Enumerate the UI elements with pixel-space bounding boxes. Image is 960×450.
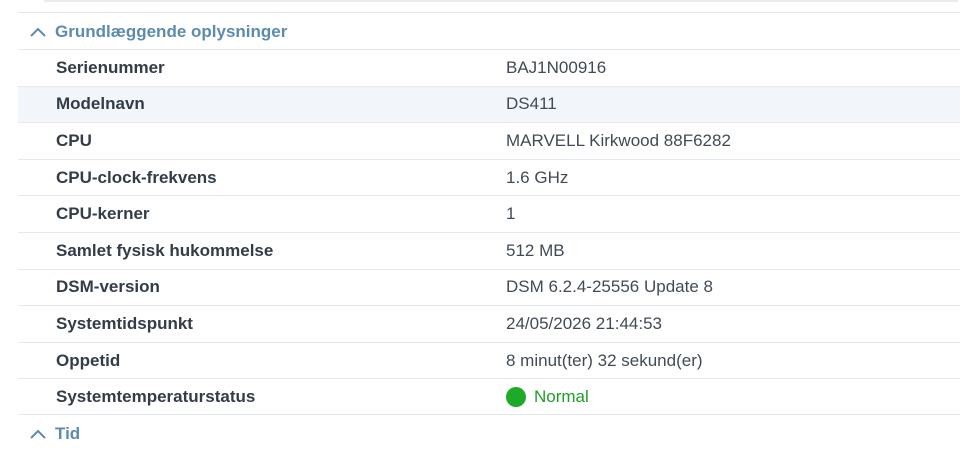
system-info-panel: Grundlæggende oplysninger Serienummer BA… — [0, 0, 960, 450]
info-row-cpu-clock: CPU-clock-frekvens 1.6 GHz — [18, 158, 960, 196]
chevron-up-icon — [24, 14, 52, 50]
row-key: Systemtidspunkt — [56, 313, 193, 333]
info-row-uptime: Oppetid 8 minut(ter) 32 sekund(er) — [18, 341, 960, 379]
info-table: Serienummer BAJ1N00916 Modelnavn DS411 C… — [18, 49, 960, 415]
section-title: Tid — [55, 424, 81, 443]
info-row-cpu-cores: CPU-kerner 1 — [18, 195, 960, 232]
row-value: 8 minut(ter) 32 sekund(er) — [506, 350, 703, 370]
row-key: Modelnavn — [56, 94, 145, 114]
info-row-serial: Serienummer BAJ1N00916 — [18, 49, 960, 86]
panel-top-border — [18, 0, 960, 13]
row-key: Serienummer — [56, 57, 165, 77]
row-key: CPU — [56, 130, 92, 150]
info-row-dsm-version: DSM-version DSM 6.2.4-25556 Update 8 — [18, 268, 960, 306]
info-row-model: Modelnavn DS411 — [18, 85, 960, 123]
row-value: 1.6 GHz — [506, 167, 569, 187]
status-dot-icon — [506, 386, 526, 407]
row-value: DS411 — [506, 94, 557, 114]
info-row-system-time: Systemtidspunkt 24/05/2026 21:44:53 — [18, 305, 960, 342]
row-value: DSM 6.2.4-25556 Update 8 — [506, 277, 713, 297]
row-value: 512 MB — [506, 240, 565, 260]
row-value: 1 — [506, 204, 516, 224]
info-row-cpu: CPU MARVELL Kirkwood 88F6282 — [18, 122, 960, 159]
tab-edge — [44, 0, 958, 2]
info-row-temperature-status: Systemtemperaturstatus Normal — [18, 378, 960, 415]
section-title: Grundlæggende oplysninger — [55, 22, 288, 41]
chevron-up-icon — [24, 416, 52, 450]
row-key: Systemtemperaturstatus — [56, 386, 256, 406]
row-key: CPU-clock-frekvens — [56, 167, 217, 187]
info-row-memory: Samlet fysisk hukommelse 512 MB — [18, 231, 960, 269]
row-key: CPU-kerner — [56, 204, 150, 224]
row-key: Samlet fysisk hukommelse — [56, 240, 274, 260]
section-header-time[interactable]: Tid — [18, 416, 960, 450]
status-text: Normal — [534, 386, 589, 406]
row-key: Oppetid — [56, 350, 121, 370]
row-key: DSM-version — [56, 277, 160, 297]
row-value: Normal — [506, 386, 589, 407]
row-value: 24/05/2026 21:44:53 — [506, 313, 662, 333]
row-value: BAJ1N00916 — [506, 57, 607, 77]
section-header-basic-info[interactable]: Grundlæggende oplysninger — [18, 14, 960, 50]
row-value: MARVELL Kirkwood 88F6282 — [506, 130, 731, 150]
